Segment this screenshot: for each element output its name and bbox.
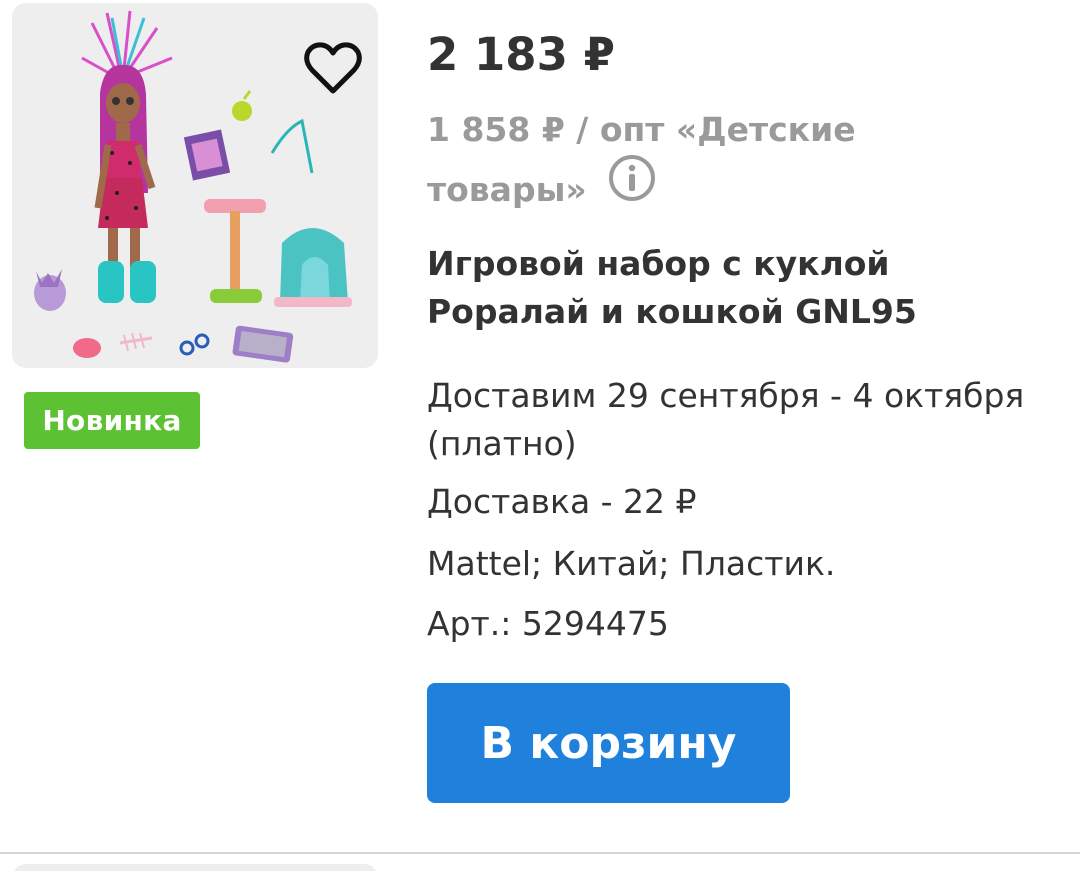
new-badge: Новинка <box>24 392 200 449</box>
next-product-image[interactable] <box>12 864 378 871</box>
info-circle-icon[interactable] <box>608 154 656 221</box>
product-card[interactable]: Новинка 2 183 ₽ 1 858 ₽ / опт «Детские т… <box>0 0 1080 852</box>
wholesale-line-2-text: товары» <box>427 170 587 209</box>
heart-outline-icon <box>304 42 362 94</box>
add-to-cart-button[interactable]: В корзину <box>427 683 790 803</box>
product-title[interactable]: Игровой набор с куклой Роралай и кошкой … <box>427 240 1057 336</box>
price: 2 183 ₽ <box>427 28 615 81</box>
divider <box>0 852 1080 854</box>
wholesale-line-1: 1 858 ₽ / опт «Детские <box>427 110 856 149</box>
wholesale-price: 1 858 ₽ / опт «Детские товары» <box>427 100 867 221</box>
product-sku: Арт.: 5294475 <box>427 604 669 643</box>
wholesale-line-2: товары» <box>427 155 867 221</box>
product-properties: Mattel; Китай; Пластик. <box>427 544 836 583</box>
delivery-dates: Доставим 29 сентября - 4 октября (платно… <box>427 376 1025 463</box>
product-image[interactable] <box>12 3 378 368</box>
favorite-button[interactable] <box>302 39 364 97</box>
delivery-cost: Доставка - 22 ₽ <box>427 482 697 521</box>
